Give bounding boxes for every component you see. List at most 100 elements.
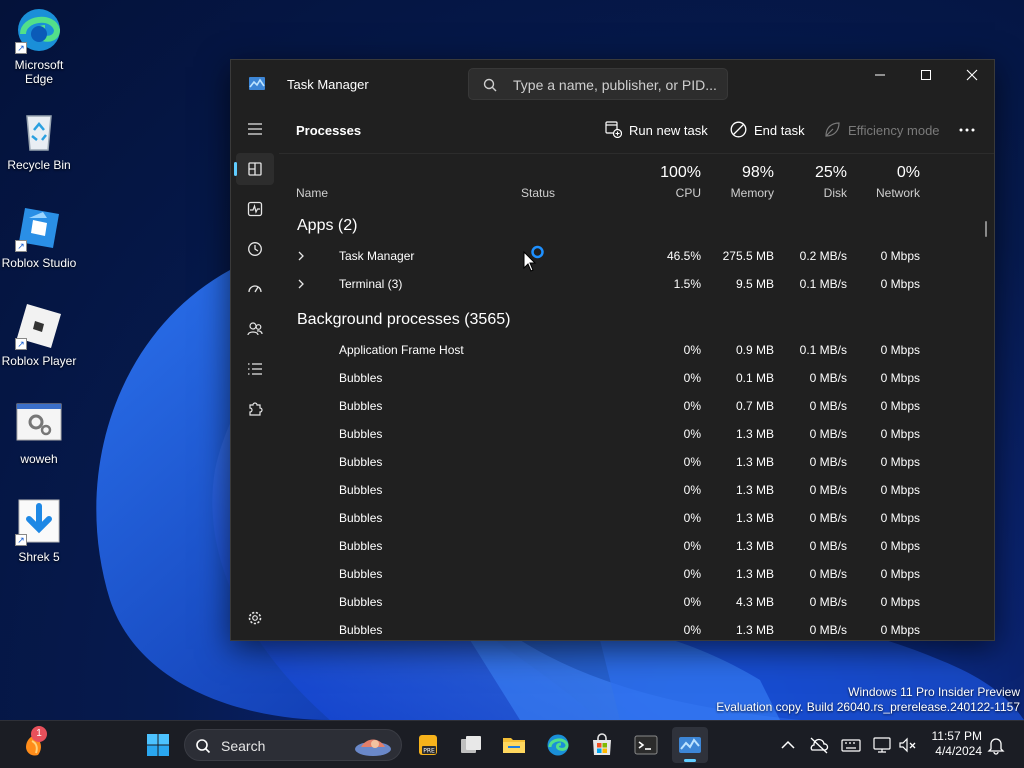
more-icon <box>959 128 975 132</box>
process-search[interactable] <box>468 68 728 100</box>
system-clock[interactable]: 11:57 PM 4/4/2024 <box>918 729 982 759</box>
process-disk: 0 MB/s <box>809 623 847 637</box>
chevron-right-icon[interactable] <box>297 251 305 261</box>
taskbar-terminal[interactable] <box>628 727 664 763</box>
process-memory: 1.3 MB <box>735 455 774 469</box>
minimize-button[interactable] <box>857 60 903 90</box>
table-row[interactable]: Bubbles 0% 1.3 MB 0 MB/s 0 Mbps <box>279 504 994 532</box>
run-new-task-button[interactable]: Run new task <box>605 120 711 140</box>
table-row[interactable]: Terminal (3) 1.5% 9.5 MB 0.1 MB/s 0 Mbps <box>279 270 994 298</box>
process-cpu: 0% <box>683 455 701 469</box>
group-header-apps: Apps (2) <box>297 217 358 234</box>
process-name: Terminal (3) <box>339 277 403 291</box>
taskbar-search-box[interactable]: Search <box>184 729 402 761</box>
table-row[interactable]: Bubbles 0% 1.3 MB 0 MB/s 0 Mbps <box>279 560 994 588</box>
process-cpu: 0% <box>683 511 701 525</box>
taskbar-file-explorer[interactable] <box>496 727 532 763</box>
table-row[interactable]: Bubbles 0% 1.3 MB 0 MB/s 0 Mbps <box>279 448 994 476</box>
desktop-icon-label: Shrek 5 <box>18 550 60 564</box>
svg-text:PRE: PRE <box>423 748 435 755</box>
scrollbar-thumb[interactable] <box>985 221 987 237</box>
process-name: Bubbles <box>339 511 383 525</box>
table-row[interactable]: Application Frame Host 0% 0.9 MB 0.1 MB/… <box>279 336 994 364</box>
process-disk: 0 MB/s <box>809 483 847 497</box>
taskbar-app-pre[interactable]: PRE <box>410 727 446 763</box>
nav-startup-apps[interactable] <box>236 273 274 305</box>
column-header-network[interactable]: Network <box>850 186 920 200</box>
column-header-memory[interactable]: Memory <box>704 186 774 200</box>
nav-app-history[interactable] <box>236 233 274 265</box>
column-header-cpu[interactable]: CPU <box>631 186 701 200</box>
more-options-button[interactable] <box>958 120 980 140</box>
table-row[interactable]: Bubbles 0% 4.3 MB 0 MB/s 0 Mbps <box>279 588 994 616</box>
maximize-button[interactable] <box>903 60 949 90</box>
start-button[interactable] <box>140 727 176 763</box>
task-manager-icon <box>679 737 701 753</box>
process-name: Bubbles <box>339 483 383 497</box>
close-button[interactable] <box>949 60 995 90</box>
nav-processes[interactable] <box>234 153 274 185</box>
process-name: Application Frame Host <box>339 343 464 357</box>
desktop-icon-woweh[interactable]: woweh <box>0 400 78 466</box>
desktop-icon-label: Roblox Player <box>1 354 77 368</box>
column-header-name[interactable]: Name <box>296 186 328 200</box>
task-view-button[interactable] <box>453 727 489 763</box>
notification-bell-icon[interactable] <box>986 735 1006 755</box>
desktop-icon-label: Recycle Bin <box>7 158 71 172</box>
chevron-up-icon[interactable] <box>778 735 798 755</box>
table-row[interactable]: Bubbles 0% 1.3 MB 0 MB/s 0 Mbps <box>279 616 994 640</box>
process-memory: 4.3 MB <box>735 595 774 609</box>
desktop-icon-shrek-5[interactable]: ↗ Shrek 5 <box>0 498 78 564</box>
process-network: 0 Mbps <box>880 511 920 525</box>
process-memory: 1.3 MB <box>735 427 774 441</box>
nav-performance[interactable] <box>236 193 274 225</box>
volume-muted-icon[interactable] <box>898 735 918 755</box>
taskbar-task-manager[interactable] <box>672 727 708 763</box>
desktop-icon-label: Microsoft Edge <box>14 58 64 86</box>
desktop-icon-recycle-bin[interactable]: Recycle Bin <box>0 106 78 172</box>
taskbar-microsoft-store[interactable] <box>584 727 620 763</box>
minimize-icon <box>875 74 885 76</box>
title-bar[interactable]: Task Manager <box>231 60 994 106</box>
table-row[interactable]: Bubbles 0% 1.3 MB 0 MB/s 0 Mbps <box>279 476 994 504</box>
process-name: Task Manager <box>339 249 415 263</box>
taskbar-search-label: Search <box>221 738 266 754</box>
process-name: Bubbles <box>339 399 383 413</box>
process-name: Bubbles <box>339 539 383 553</box>
table-row[interactable]: Task Manager 46.5% 275.5 MB 0.2 MB/s 0 M… <box>279 242 994 270</box>
nav-users[interactable] <box>236 313 274 345</box>
process-disk: 0.1 MB/s <box>799 343 847 357</box>
process-network: 0 Mbps <box>880 623 920 637</box>
process-network: 0 Mbps <box>880 483 920 497</box>
table-row[interactable]: Bubbles 0% 1.3 MB 0 MB/s 0 Mbps <box>279 532 994 560</box>
desktop-icon-roblox-studio[interactable]: ↗ Roblox Studio <box>0 204 78 270</box>
task-manager-app-icon <box>249 77 265 90</box>
chevron-right-icon[interactable] <box>297 279 305 289</box>
clock-date: 4/4/2024 <box>935 744 982 758</box>
table-row[interactable]: Bubbles 0% 0.1 MB 0 MB/s 0 Mbps <box>279 364 994 392</box>
process-disk: 0.2 MB/s <box>799 249 847 263</box>
efficiency-mode-button[interactable]: Efficiency mode <box>824 120 944 140</box>
onedrive-offline-icon[interactable] <box>809 735 829 755</box>
keyboard-icon[interactable] <box>841 735 861 755</box>
taskbar: Search PRE 11:57 PM 4/4/2024 <box>0 720 1024 768</box>
nav-details[interactable] <box>236 353 274 385</box>
desktop-icon-microsoft-edge[interactable]: ↗ Microsoft Edge <box>0 6 78 86</box>
search-input[interactable] <box>513 75 721 95</box>
end-task-button[interactable]: End task <box>730 120 810 140</box>
nav-settings[interactable] <box>236 602 274 634</box>
network-icon[interactable] <box>872 735 892 755</box>
hamburger-menu-button[interactable] <box>236 113 274 145</box>
store-icon <box>593 733 611 755</box>
folder-icon <box>503 738 525 753</box>
table-row[interactable]: Bubbles 0% 0.7 MB 0 MB/s 0 Mbps <box>279 392 994 420</box>
process-network: 0 Mbps <box>880 539 920 553</box>
column-header-disk[interactable]: Disk <box>777 186 847 200</box>
desktop-icon-roblox-player[interactable]: ↗ Roblox Player <box>0 302 78 368</box>
process-disk: 0 MB/s <box>809 427 847 441</box>
taskbar-microsoft-edge[interactable] <box>540 727 576 763</box>
column-header-status[interactable]: Status <box>521 186 555 200</box>
table-row[interactable]: Bubbles 0% 1.3 MB 0 MB/s 0 Mbps <box>279 420 994 448</box>
nav-services[interactable] <box>236 393 274 425</box>
users-icon <box>247 322 263 336</box>
